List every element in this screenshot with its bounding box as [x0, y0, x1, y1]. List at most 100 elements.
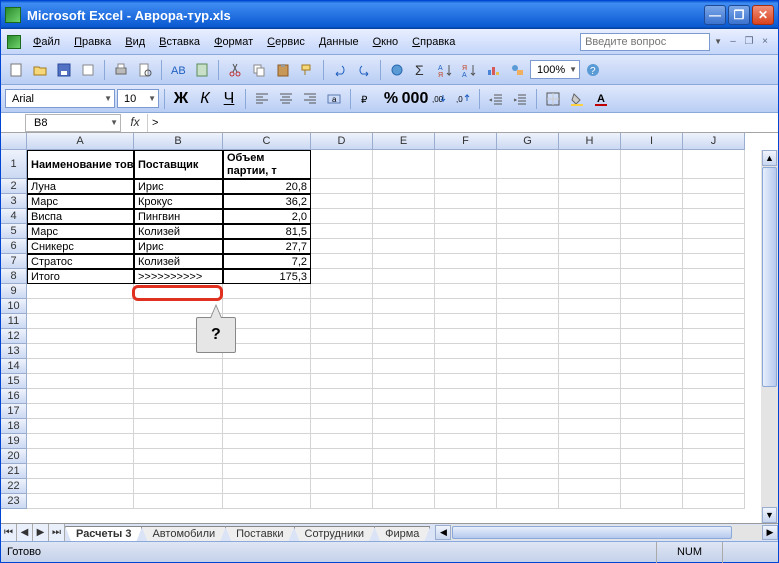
cell[interactable]	[497, 479, 559, 494]
cell[interactable]	[435, 404, 497, 419]
doc-minimize-button[interactable]: –	[726, 35, 740, 49]
cell[interactable]	[497, 209, 559, 224]
italic-button[interactable]: К	[194, 88, 216, 110]
column-header[interactable]: B	[134, 133, 223, 150]
cell[interactable]	[621, 389, 683, 404]
doc-close-button[interactable]: ×	[758, 35, 772, 49]
cell[interactable]	[27, 479, 134, 494]
cell[interactable]	[435, 419, 497, 434]
cell[interactable]	[373, 374, 435, 389]
cell[interactable]	[435, 194, 497, 209]
menu-window[interactable]: Окно	[367, 34, 405, 50]
cell[interactable]	[311, 404, 373, 419]
help-search-input[interactable]	[580, 33, 710, 51]
row-header[interactable]: 17	[1, 404, 27, 419]
cell[interactable]	[683, 464, 745, 479]
cell[interactable]	[621, 299, 683, 314]
cell[interactable]	[373, 344, 435, 359]
cell[interactable]	[621, 404, 683, 419]
row-header[interactable]: 16	[1, 389, 27, 404]
bold-button[interactable]: Ж	[170, 88, 192, 110]
cell[interactable]	[311, 329, 373, 344]
data-cell[interactable]: Виспа	[27, 209, 134, 224]
cell[interactable]	[435, 239, 497, 254]
menu-help[interactable]: Справка	[406, 34, 461, 50]
cell[interactable]	[223, 344, 311, 359]
decrease-indent-icon[interactable]	[485, 88, 507, 110]
menu-file[interactable]: Файл	[27, 34, 66, 50]
data-cell[interactable]: 175,3	[223, 269, 311, 284]
cell[interactable]	[311, 269, 373, 284]
cell[interactable]	[27, 449, 134, 464]
fx-icon[interactable]: fx	[127, 115, 143, 131]
zoom-combo[interactable]: 100%▼	[530, 60, 580, 79]
cell[interactable]	[435, 374, 497, 389]
cell[interactable]	[621, 434, 683, 449]
help-dropdown-icon[interactable]: ▼	[714, 37, 722, 46]
row-header[interactable]: 3	[1, 194, 27, 209]
cell[interactable]	[223, 329, 311, 344]
scroll-left-button[interactable]: ◀	[435, 525, 451, 540]
research-icon[interactable]	[191, 59, 213, 81]
sort-asc-icon[interactable]: АЯ	[434, 59, 456, 81]
drawing-icon[interactable]	[506, 59, 528, 81]
cell[interactable]	[559, 404, 621, 419]
cell[interactable]	[559, 194, 621, 209]
cell[interactable]	[559, 449, 621, 464]
cell[interactable]	[621, 479, 683, 494]
print-preview-icon[interactable]	[134, 59, 156, 81]
hyperlink-icon[interactable]	[386, 59, 408, 81]
row-header[interactable]: 1	[1, 150, 27, 179]
cell[interactable]	[373, 209, 435, 224]
cell[interactable]	[27, 464, 134, 479]
data-cell[interactable]: 81,5	[223, 224, 311, 239]
cell[interactable]	[134, 464, 223, 479]
cell[interactable]	[27, 404, 134, 419]
increase-decimal-icon[interactable]: ,00	[428, 88, 450, 110]
data-cell[interactable]: 7,2	[223, 254, 311, 269]
cell[interactable]	[621, 150, 683, 179]
select-all-corner[interactable]	[1, 133, 27, 150]
paste-icon[interactable]	[272, 59, 294, 81]
cell[interactable]	[223, 314, 311, 329]
cell[interactable]	[497, 344, 559, 359]
cell[interactable]	[311, 314, 373, 329]
formula-input[interactable]: >	[147, 114, 778, 132]
close-button[interactable]: ✕	[752, 5, 774, 25]
cell[interactable]	[621, 359, 683, 374]
cell[interactable]	[373, 434, 435, 449]
cell[interactable]	[373, 224, 435, 239]
cell[interactable]	[435, 299, 497, 314]
cell[interactable]	[223, 449, 311, 464]
cell[interactable]	[435, 434, 497, 449]
cell[interactable]	[311, 194, 373, 209]
cell[interactable]	[311, 299, 373, 314]
cell[interactable]	[559, 284, 621, 299]
cell[interactable]	[27, 344, 134, 359]
cell[interactable]	[435, 494, 497, 509]
header-cell[interactable]: Наименование товара	[27, 150, 134, 179]
print-icon[interactable]	[110, 59, 132, 81]
column-header[interactable]: D	[311, 133, 373, 150]
sheet-tab[interactable]: Расчеты 3	[65, 526, 142, 541]
data-cell[interactable]: Ирис	[134, 239, 223, 254]
minimize-button[interactable]: —	[704, 5, 726, 25]
cell[interactable]	[311, 434, 373, 449]
cell[interactable]	[497, 269, 559, 284]
cell[interactable]	[497, 329, 559, 344]
borders-icon[interactable]	[542, 88, 564, 110]
cell[interactable]	[27, 284, 134, 299]
sheet-tab[interactable]: Сотрудники	[294, 526, 376, 541]
cell[interactable]	[683, 254, 745, 269]
cell[interactable]	[497, 284, 559, 299]
excel-menu-icon[interactable]	[7, 35, 21, 49]
cell[interactable]	[223, 299, 311, 314]
cell[interactable]	[223, 434, 311, 449]
cell[interactable]	[134, 284, 223, 299]
row-header[interactable]: 19	[1, 434, 27, 449]
doc-restore-button[interactable]: ❐	[742, 35, 756, 49]
cell[interactable]	[683, 209, 745, 224]
cell[interactable]	[621, 239, 683, 254]
cell[interactable]	[683, 359, 745, 374]
cell[interactable]	[311, 479, 373, 494]
